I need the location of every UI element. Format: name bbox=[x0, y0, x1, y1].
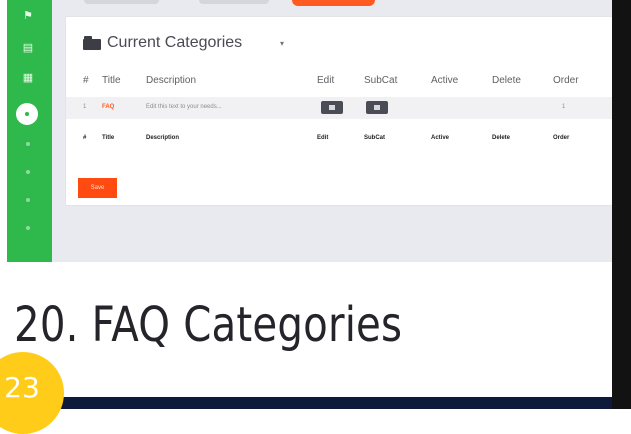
col-delete: Delete bbox=[492, 75, 521, 86]
table-header: # Title Description Edit SubCat Active D… bbox=[66, 75, 612, 89]
nav-dot[interactable] bbox=[26, 142, 30, 146]
col-num: # bbox=[83, 75, 89, 86]
col-edit: Edit bbox=[317, 75, 335, 86]
col-order: Order bbox=[553, 75, 579, 86]
row-order[interactable]: 1 bbox=[562, 104, 565, 110]
top-tab-active[interactable] bbox=[292, 0, 375, 6]
row-description: Edit this text to your needs... bbox=[146, 104, 222, 110]
categories-panel: Current Categories ▾ # Title Description… bbox=[65, 16, 612, 206]
next-slide-preview bbox=[36, 397, 612, 409]
foot-description: Description bbox=[146, 135, 180, 141]
foot-active: Active bbox=[431, 135, 450, 141]
foot-subcat: SubCat bbox=[364, 135, 385, 141]
nav-dot[interactable] bbox=[26, 198, 30, 202]
row-title[interactable]: FAQ bbox=[102, 104, 114, 110]
nav-icon-2[interactable]: ▤ bbox=[21, 42, 35, 54]
col-active: Active bbox=[431, 75, 459, 86]
nav-dot[interactable] bbox=[26, 170, 30, 174]
panel-title-text: Current Categories bbox=[107, 34, 243, 51]
active-nav-icon[interactable] bbox=[16, 103, 38, 125]
nav-dot[interactable] bbox=[26, 226, 30, 230]
admin-screenshot: ⚑ ▤ ▦ Current Categories ▾ # Title Descr… bbox=[7, 0, 612, 262]
row-num: 1 bbox=[83, 104, 87, 110]
sidebar: ⚑ ▤ ▦ bbox=[7, 0, 52, 262]
top-tab[interactable] bbox=[84, 0, 159, 4]
col-description: Description bbox=[146, 75, 197, 86]
foot-title: Title bbox=[102, 135, 115, 141]
right-dark-edge bbox=[612, 0, 631, 409]
number-badge-text: 23 bbox=[4, 371, 40, 404]
col-subcat: SubCat bbox=[364, 75, 398, 86]
foot-edit: Edit bbox=[317, 135, 329, 141]
chevron-down-icon[interactable]: ▾ bbox=[280, 39, 284, 48]
folder-icon bbox=[83, 36, 101, 50]
subcat-button[interactable] bbox=[366, 101, 388, 114]
foot-num: # bbox=[83, 135, 87, 141]
slide-caption: 20. FAQ Categories bbox=[14, 297, 403, 353]
col-title: Title bbox=[102, 75, 121, 86]
foot-delete: Delete bbox=[492, 135, 511, 141]
nav-icon-1[interactable]: ⚑ bbox=[21, 10, 35, 22]
edit-button[interactable] bbox=[321, 101, 343, 114]
table-footer: # Title Description Edit SubCat Active D… bbox=[66, 135, 612, 147]
nav-icon-3[interactable]: ▦ bbox=[21, 72, 35, 84]
panel-title: Current Categories bbox=[83, 34, 243, 51]
save-button[interactable]: Save bbox=[78, 178, 117, 198]
foot-order: Order bbox=[553, 135, 570, 141]
top-tab[interactable] bbox=[199, 0, 269, 4]
